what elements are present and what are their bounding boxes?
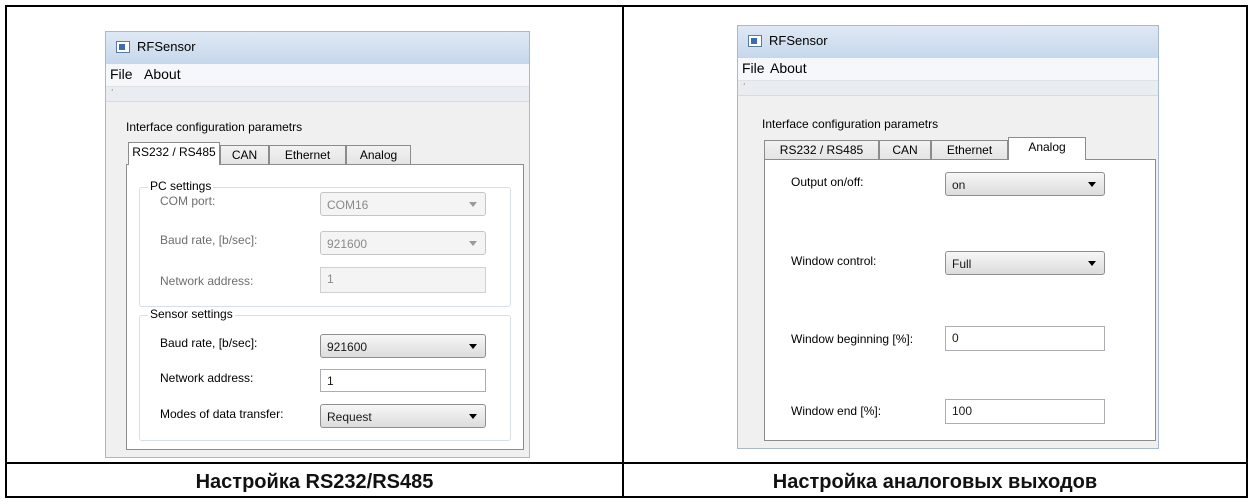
tab-rs232-rs485[interactable]: RS232 / RS485 — [128, 142, 220, 165]
window-begin-value: 0 — [952, 331, 959, 345]
tab-bar: RS232 / RS485 CAN Ethernet Analog — [128, 142, 468, 165]
tab-rs232-rs485[interactable]: RS232 / RS485 — [764, 140, 879, 159]
pc-address-field[interactable]: 1 — [320, 267, 486, 293]
window-begin-field[interactable]: 0 — [945, 326, 1105, 351]
com-port-label: COM port: — [160, 194, 216, 208]
pc-address-label: Network address: — [160, 274, 254, 288]
pc-address-value: 1 — [327, 272, 334, 286]
window-control-select[interactable]: Full — [945, 251, 1105, 275]
sensor-address-field[interactable]: 1 — [320, 369, 486, 392]
output-value: on — [952, 178, 966, 192]
right-window: RFSensor File About ‘ Interface configur… — [737, 25, 1159, 449]
grip-icon: ‘ — [111, 88, 114, 97]
window-end-value: 100 — [952, 404, 973, 418]
menu-bar: File About — [738, 58, 1158, 81]
pc-settings-legend: PC settings — [148, 179, 214, 193]
transfer-mode-value: Request — [327, 410, 372, 424]
menu-bar: File About — [106, 64, 529, 87]
window-end-field[interactable]: 100 — [945, 399, 1105, 424]
app-icon — [748, 35, 762, 47]
window-begin-label: Window beginning [%]: — [791, 332, 914, 346]
tab-analog[interactable]: Analog — [1008, 137, 1086, 160]
tab-can[interactable]: CAN — [220, 145, 269, 164]
com-port-select[interactable]: COM16 — [320, 192, 486, 216]
window-title: RFSensor — [769, 33, 828, 48]
pc-baud-value: 921600 — [327, 237, 368, 251]
title-bar: RFSensor — [738, 26, 1158, 58]
chevron-down-icon — [1088, 261, 1096, 266]
group-title: Interface configuration parametrs — [762, 117, 939, 131]
table-divider-vertical — [622, 5, 624, 498]
transfer-mode-label: Modes of data transfer: — [160, 407, 284, 421]
menu-about[interactable]: About — [770, 60, 807, 76]
window-control-label: Window control: — [791, 254, 877, 268]
chevron-down-icon — [469, 202, 477, 207]
chevron-down-icon — [469, 344, 477, 349]
tab-pane: Output on/off: on Window control: Full W… — [764, 159, 1156, 441]
menu-about[interactable]: About — [144, 66, 181, 82]
tab-pane: PC settings COM port: COM16 Baud rate, [… — [126, 164, 524, 450]
menu-file[interactable]: File — [110, 66, 133, 82]
sensor-address-label: Network address: — [160, 371, 254, 385]
sensor-baud-label: Baud rate, [b/sec]: — [160, 336, 258, 350]
sensor-baud-select[interactable]: 921600 — [320, 334, 486, 358]
pc-baud-select[interactable]: 921600 — [320, 231, 486, 255]
caption-right: Настройка аналоговых выходов — [772, 471, 1098, 493]
window-end-label: Window end [%]: — [791, 404, 882, 418]
tab-bar: RS232 / RS485 CAN Ethernet Analog — [764, 137, 1104, 160]
tab-can[interactable]: CAN — [879, 140, 931, 159]
window-control-value: Full — [952, 257, 972, 271]
grip-icon: ‘ — [743, 82, 746, 91]
sensor-baud-value: 921600 — [327, 340, 368, 354]
toolbar-strip: ‘ — [738, 81, 1158, 96]
pc-baud-label: Baud rate, [b/sec]: — [160, 233, 258, 247]
chevron-down-icon — [469, 241, 477, 246]
left-window: RFSensor File About ‘ Interface configur… — [105, 31, 530, 458]
menu-file[interactable]: File — [742, 60, 765, 76]
com-port-value: COM16 — [327, 198, 369, 212]
window-title: RFSensor — [137, 39, 196, 54]
tab-ethernet[interactable]: Ethernet — [931, 140, 1008, 159]
sensor-address-value: 1 — [327, 374, 334, 388]
sensor-settings-group: Sensor settings Baud rate, [b/sec]: 9216… — [139, 307, 511, 441]
group-title: Interface configuration parametrs — [126, 120, 303, 134]
sensor-settings-legend: Sensor settings — [148, 307, 235, 321]
pc-settings-group: PC settings COM port: COM16 Baud rate, [… — [139, 179, 511, 307]
title-bar: RFSensor — [106, 32, 529, 64]
toolbar-strip: ‘ — [106, 87, 529, 102]
tab-ethernet[interactable]: Ethernet — [269, 145, 346, 164]
transfer-mode-select[interactable]: Request — [320, 404, 486, 428]
output-select[interactable]: on — [945, 172, 1105, 196]
chevron-down-icon — [1088, 182, 1096, 187]
output-label: Output on/off: — [791, 175, 864, 189]
table-divider-horizontal — [5, 462, 1248, 464]
chevron-down-icon — [469, 414, 477, 419]
tab-analog[interactable]: Analog — [346, 145, 411, 164]
caption-left: Настройка RS232/RS485 — [195, 471, 434, 493]
app-icon — [116, 41, 130, 53]
